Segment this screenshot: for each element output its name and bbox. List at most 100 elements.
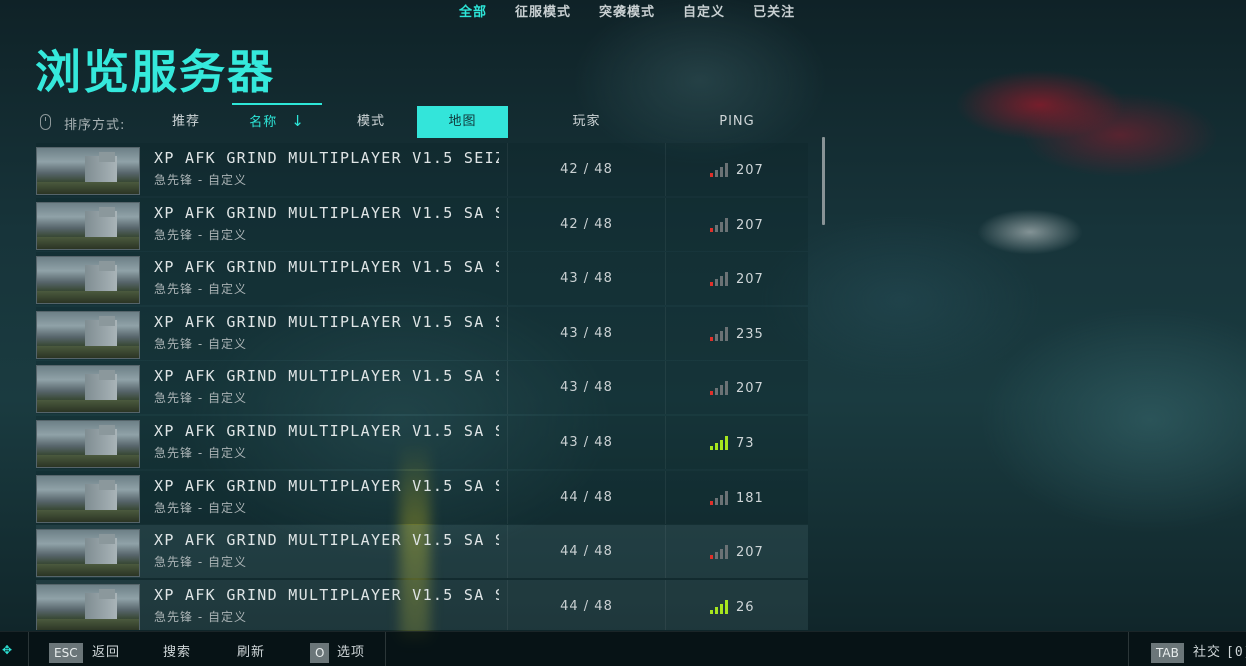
- map-thumbnail: [36, 256, 140, 305]
- column-players[interactable]: 玩家: [508, 106, 665, 138]
- thumbnail-building: [99, 479, 115, 490]
- signal-icon: [710, 381, 732, 396]
- divider: [1128, 632, 1129, 666]
- server-mode: 急先锋 - 自定义: [154, 391, 247, 406]
- signal-bar: [715, 606, 718, 614]
- signal-icon: [710, 272, 732, 287]
- sort-map-button[interactable]: 地图: [417, 106, 508, 138]
- top-tabs: 全部 征服模式 突袭模式 自定义 已关注: [445, 4, 809, 24]
- server-row[interactable]: XP AFK GRIND MULTIPLAYER V1.5 SA SERV 急先…: [36, 525, 808, 579]
- sort-mode-button[interactable]: 模式: [326, 106, 416, 138]
- options-button[interactable]: 选项: [337, 644, 365, 662]
- thumbnail-building: [99, 315, 115, 326]
- server-mode: 急先锋 - 自定义: [154, 609, 247, 624]
- sort-recommended-button[interactable]: 推荐: [144, 106, 228, 138]
- server-mode: 急先锋 - 自定义: [154, 446, 247, 460]
- signal-bar: [720, 603, 723, 614]
- scrollbar[interactable]: [822, 137, 825, 225]
- thumbnail-building: [99, 206, 115, 217]
- signal-bar: [710, 336, 713, 341]
- sort-label: 排序方式:: [64, 118, 126, 133]
- column-ping[interactable]: PING: [666, 106, 808, 138]
- bottom-bar: ✥ ESC 返回 搜索 刷新 O 选项 TAB 社交 [0]: [0, 631, 1246, 666]
- server-mode: 急先锋 - 自定义: [154, 555, 247, 570]
- signal-bar: [715, 497, 718, 505]
- signal-bar: [710, 227, 713, 232]
- server-row[interactable]: XP AFK GRIND MULTIPLAYER V1.5 SA SERV 急先…: [36, 197, 808, 251]
- server-name: XP AFK GRIND MULTIPLAYER V1.5 SA SERV: [154, 203, 499, 222]
- signal-bar: [720, 385, 723, 396]
- signal-bar: [725, 436, 728, 450]
- player-count: 43 / 48: [560, 435, 613, 450]
- thumbnail-ground: [37, 455, 139, 467]
- server-row[interactable]: XP AFK GRIND MULTIPLAYER V1.5 SEIZED 急先锋…: [36, 143, 808, 196]
- ping-value: 207: [736, 545, 764, 561]
- thumbnail-building: [99, 425, 115, 435]
- signal-bar: [725, 217, 728, 232]
- signal-bar: [710, 282, 713, 287]
- signal-bar: [720, 494, 723, 505]
- player-count: 44 / 48: [560, 544, 613, 560]
- ping-cell: 26: [666, 580, 808, 630]
- tab-conquest[interactable]: 征服模式: [501, 4, 585, 24]
- server-row[interactable]: XP AFK GRIND MULTIPLAYER V1.5 SA SERV 急先…: [36, 252, 808, 306]
- divider: [385, 632, 386, 666]
- refresh-button[interactable]: 刷新: [237, 644, 265, 662]
- map-thumbnail: [36, 365, 140, 414]
- signal-icon: [710, 545, 732, 560]
- signal-bar: [710, 500, 713, 505]
- tab-custom[interactable]: 自定义: [669, 4, 739, 24]
- server-name: XP AFK GRIND MULTIPLAYER V1.5 SEIZED: [154, 149, 499, 167]
- social-button[interactable]: 社交: [1193, 644, 1221, 662]
- ping-cell: 235: [666, 307, 808, 360]
- signal-bar: [715, 170, 718, 177]
- signal-bar: [720, 549, 723, 560]
- signal-bar: [710, 609, 713, 614]
- player-count: 44 / 48: [560, 598, 613, 614]
- server-mode: 急先锋 - 自定义: [154, 227, 247, 242]
- player-count: 42 / 48: [560, 216, 613, 232]
- server-name: XP AFK GRIND MULTIPLAYER V1.5 SA SERV: [154, 258, 499, 277]
- ping-cell: 207: [666, 525, 808, 578]
- ping-value: 207: [736, 163, 764, 178]
- server-mode: 急先锋 - 自定义: [154, 173, 247, 187]
- tab-followed[interactable]: 已关注: [739, 4, 809, 24]
- server-name: XP AFK GRIND MULTIPLAYER V1.5 SA SERV: [154, 476, 499, 495]
- tab-key: TAB: [1151, 643, 1184, 663]
- server-name: XP AFK GRIND MULTIPLAYER V1.5 SA SERV: [154, 585, 499, 604]
- map-thumbnail: [36, 474, 140, 523]
- search-button[interactable]: 搜索: [163, 644, 191, 662]
- tab-breakthrough[interactable]: 突袭模式: [585, 4, 669, 24]
- arrow-down-icon: ↓: [291, 112, 305, 130]
- signal-bar: [715, 224, 718, 232]
- server-row[interactable]: XP AFK GRIND MULTIPLAYER V1.5 SA SERV 急先…: [36, 579, 808, 630]
- thumbnail-building: [99, 588, 115, 599]
- back-button[interactable]: 返回: [92, 644, 120, 662]
- signal-bar: [720, 276, 723, 287]
- dpad-icon: ✥: [2, 643, 13, 657]
- tab-all[interactable]: 全部: [445, 4, 501, 24]
- sort-name-button[interactable]: 名称 ↓: [232, 103, 322, 137]
- signal-icon: [710, 326, 732, 341]
- server-row[interactable]: XP AFK GRIND MULTIPLAYER V1.5 SA SERV 急先…: [36, 306, 808, 360]
- map-thumbnail: [36, 310, 140, 359]
- server-row[interactable]: XP AFK GRIND MULTIPLAYER V1.5 SA SERV 急先…: [36, 361, 808, 415]
- thumbnail-ground: [37, 564, 139, 577]
- signal-bar: [725, 163, 728, 177]
- mouse-icon: [40, 114, 51, 130]
- server-name: XP AFK GRIND MULTIPLAYER V1.5 SA SERV: [154, 422, 499, 440]
- server-name: XP AFK GRIND MULTIPLAYER V1.5 SA SERV: [154, 367, 499, 386]
- signal-bar: [715, 552, 718, 560]
- thumbnail-ground: [37, 345, 139, 358]
- server-row[interactable]: XP AFK GRIND MULTIPLAYER V1.5 SA SERV 急先…: [36, 416, 808, 469]
- thumbnail-building: [99, 261, 115, 272]
- server-row[interactable]: XP AFK GRIND MULTIPLAYER V1.5 SA SERV 急先…: [36, 470, 808, 524]
- o-key: O: [310, 643, 330, 663]
- server-mode: 急先锋 - 自定义: [154, 336, 247, 351]
- ping-cell: 207: [666, 252, 808, 305]
- map-thumbnail: [36, 583, 140, 630]
- player-count: 43 / 48: [560, 271, 613, 287]
- ping-value: 207: [736, 272, 764, 288]
- signal-bar: [720, 221, 723, 232]
- map-thumbnail: [36, 529, 140, 578]
